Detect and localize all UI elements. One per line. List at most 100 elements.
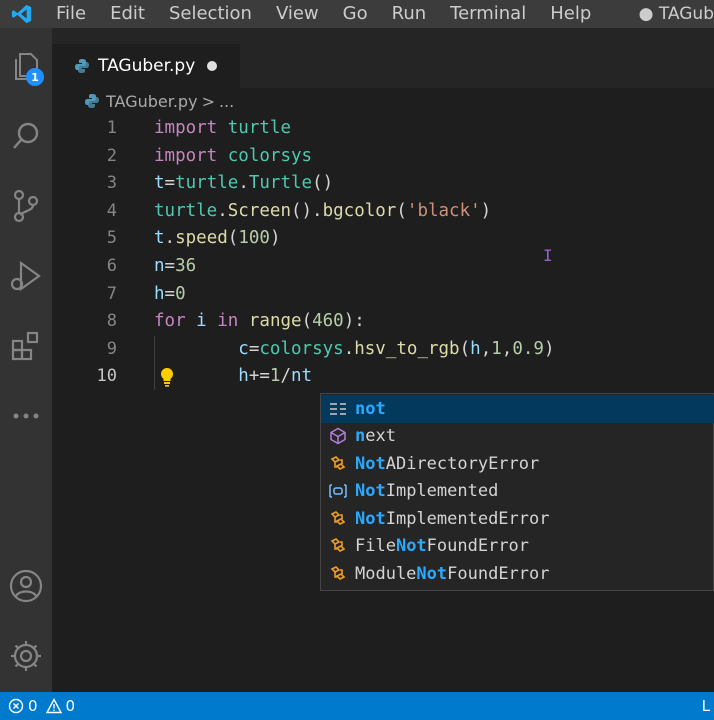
suggestion-item[interactable]: NotImplementedError <box>321 505 714 533</box>
line-number: 9 <box>106 338 117 359</box>
problems-indicator[interactable]: 0 0 <box>8 697 75 715</box>
line-number: 3 <box>106 173 117 194</box>
code-token: 0 <box>175 283 186 304</box>
code-line[interactable]: 2 import colorsys <box>52 143 714 170</box>
code-line[interactable]: 9 c=colorsys.hsv_to_rgb(h,1,0.9) <box>52 335 714 363</box>
code-token: ( <box>396 200 407 221</box>
code-line[interactable]: 6 n=36 <box>52 253 714 280</box>
suggestion-label: NotImplemented <box>355 481 499 502</box>
error-icon <box>8 698 24 714</box>
code-token: t <box>154 173 165 194</box>
warning-count: 0 <box>65 697 76 715</box>
breadcrumb-separator: > <box>201 91 215 111</box>
code-token: colorsys <box>259 338 344 359</box>
code-token: for <box>154 311 186 332</box>
suggestion-item[interactable]: not <box>321 395 714 423</box>
code-token: h <box>470 338 481 359</box>
suggestion-label: ModuleNotFoundError <box>355 563 550 584</box>
code-line[interactable]: 3 t=turtle.Turtle() <box>52 170 714 197</box>
code-token: speed <box>175 228 228 249</box>
tab-taguber-py[interactable]: TAGuber.py <box>52 44 240 88</box>
code-token: 0.9 <box>512 338 544 359</box>
error-count: 0 <box>28 697 38 715</box>
class-icon <box>327 454 349 474</box>
suggestion-item[interactable]: next <box>321 423 714 451</box>
code-token: , <box>501 338 513 359</box>
suggestion-item[interactable]: FileNotFoundError <box>321 533 714 561</box>
line-number: 5 <box>106 228 117 249</box>
menu-selection[interactable]: Selection <box>157 0 264 28</box>
code-token: 1 <box>269 366 281 387</box>
text-cursor-icon: I <box>543 246 553 265</box>
tab-bar: TAGuber.py <box>52 28 714 88</box>
search-icon[interactable] <box>0 114 52 158</box>
code-token: ) <box>269 228 281 249</box>
settings-gear-icon[interactable] <box>0 634 52 678</box>
vscode-logo-icon <box>0 0 44 28</box>
suggestion-item[interactable]: NotADirectoryError <box>321 450 714 478</box>
menu-terminal[interactable]: Terminal <box>438 0 538 28</box>
code-text: h+=1/nt <box>154 363 312 390</box>
menu-view[interactable]: View <box>264 0 331 28</box>
keyword-icon <box>327 399 349 419</box>
code-token: import <box>154 145 218 166</box>
code-text: import turtle <box>154 115 291 142</box>
extensions-icon[interactable] <box>0 324 52 368</box>
code-text: import colorsys <box>154 143 312 170</box>
code-line[interactable]: 1 import turtle <box>52 115 714 142</box>
breadcrumb: TAGuber.py > ... <box>84 90 234 112</box>
menu-edit[interactable]: Edit <box>98 0 157 28</box>
code-token: . <box>343 338 355 359</box>
code-token: ) <box>543 338 555 359</box>
code-line[interactable]: 8 for i in range(460): <box>52 308 714 335</box>
files-icon[interactable]: 1 <box>0 44 52 88</box>
suggestion-label: NotImplementedError <box>355 508 550 529</box>
code-line[interactable]: 4 turtle.Screen().bgcolor('black') <box>52 198 714 225</box>
class-icon <box>327 509 349 529</box>
suggestion-item[interactable]: ModuleNotFoundError <box>321 560 714 588</box>
menu-file[interactable]: File <box>44 0 98 28</box>
line-number: 7 <box>106 283 117 304</box>
lightbulb-icon[interactable] <box>158 367 176 391</box>
code-token: i <box>196 311 207 332</box>
suggestion-label: next <box>355 426 396 447</box>
status-right-item[interactable]: L <box>702 692 714 720</box>
suggestion-item[interactable]: NotImplemented <box>321 478 714 506</box>
code-token: () <box>312 173 334 194</box>
code-line[interactable]: 5 t.speed(100) <box>52 225 714 252</box>
code-token: h <box>238 366 249 387</box>
breadcrumb-file[interactable]: TAGuber.py <box>106 92 198 111</box>
code-token: ( <box>227 228 239 249</box>
line-number: 2 <box>106 145 117 166</box>
menu-bar: File Edit Selection View Go Run Terminal Help ●… <box>0 0 714 28</box>
status-bar: 0 0 L <box>0 692 714 720</box>
menu-help[interactable]: Help <box>538 0 603 28</box>
menu-go[interactable]: Go <box>331 0 380 28</box>
code-text: n=36 <box>154 253 196 280</box>
code-line[interactable]: 7 h=0 <box>52 281 714 308</box>
account-icon[interactable] <box>0 564 52 608</box>
code-line[interactable]: 10 h+=1/nt <box>52 363 714 391</box>
code-token: hsv_to_rgb <box>354 338 460 359</box>
line-number: 6 <box>106 256 117 276</box>
line-number: 8 <box>106 311 117 332</box>
code-token: turtle <box>175 173 239 194</box>
more-icon[interactable] <box>0 394 52 438</box>
code-text: for i in range(460): <box>154 308 365 335</box>
suggestion-label: FileNotFoundError <box>355 536 530 557</box>
menu-run[interactable]: Run <box>380 0 439 28</box>
code-token: = <box>164 173 176 194</box>
code-token: nt <box>291 366 313 387</box>
source-control-icon[interactable] <box>0 184 52 228</box>
breadcrumb-more[interactable]: ... <box>219 92 234 111</box>
unsaved-dot-icon[interactable] <box>207 61 218 71</box>
code-token: colorsys <box>227 145 313 166</box>
warning-icon <box>45 698 62 714</box>
code-token: h <box>154 283 165 304</box>
run-debug-icon[interactable] <box>0 254 52 298</box>
code-token: / <box>280 366 292 387</box>
code-token: Turtle <box>248 173 313 194</box>
code-token: 460 <box>312 311 344 332</box>
function-icon <box>327 426 349 446</box>
